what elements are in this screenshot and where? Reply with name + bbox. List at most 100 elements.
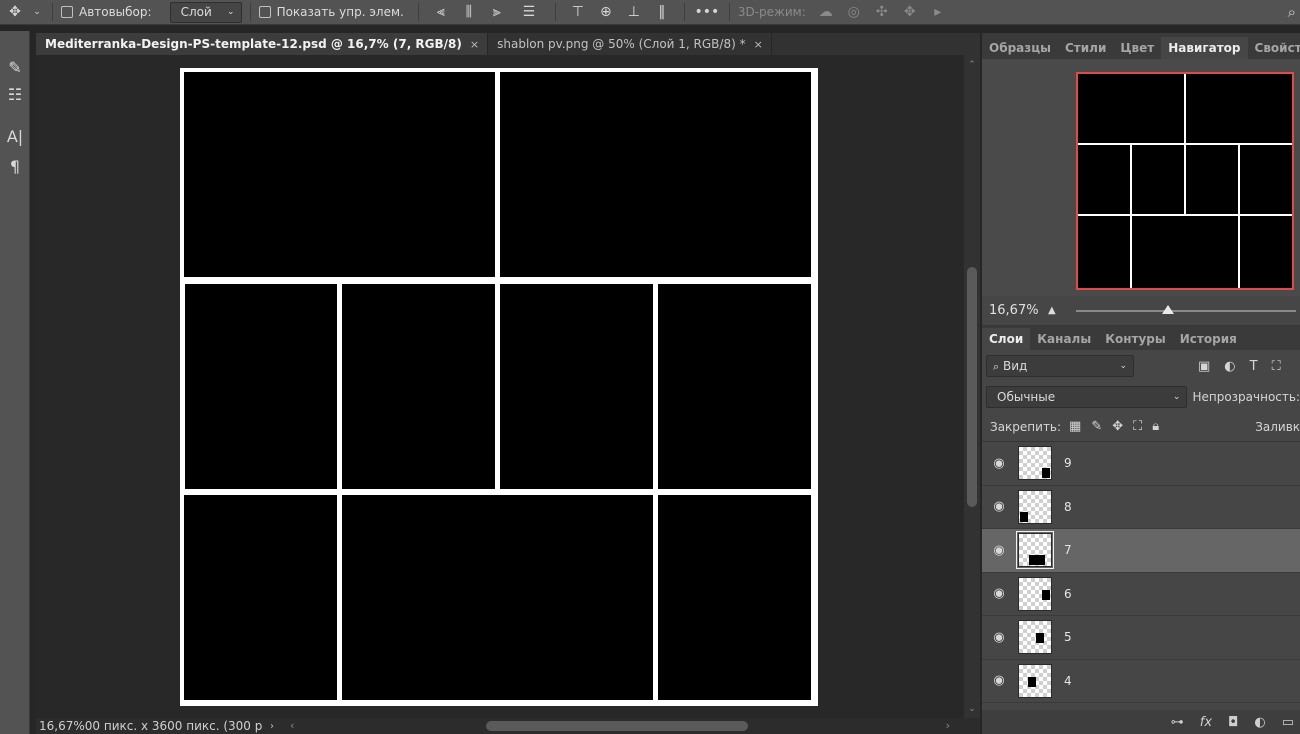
tab-channels[interactable]: Каналы: [1030, 328, 1098, 350]
search-icon[interactable]: ⌕: [1288, 3, 1296, 21]
zoom-slider-handle[interactable]: [1162, 304, 1175, 314]
canvas-area[interactable]: [36, 55, 964, 718]
auto-select-value: Слой: [180, 5, 212, 19]
image-filter-icon[interactable]: ▣: [1198, 359, 1210, 374]
layer-row[interactable]: ◉ 9: [982, 442, 1300, 486]
align-center-h-icon[interactable]: ⫼: [455, 4, 483, 20]
shape-filter-icon[interactable]: ⛶: [1272, 359, 1281, 374]
tab-document-2[interactable]: shablon pv.png @ 50% (Слой 1, RGB/8) * ×: [488, 33, 772, 55]
adjustment-filter-icon[interactable]: ◐: [1224, 359, 1235, 374]
roll-3d-icon[interactable]: ◎: [840, 4, 868, 20]
slide-3d-icon[interactable]: ✥: [896, 4, 924, 20]
status-menu-icon[interactable]: ›: [270, 721, 274, 732]
layer-name[interactable]: 5: [1064, 630, 1072, 644]
close-icon[interactable]: ×: [754, 38, 763, 51]
navigator-view-frame[interactable]: [1076, 72, 1294, 290]
tab-layers[interactable]: Слои: [982, 328, 1031, 350]
layer-row[interactable]: ◉ 5: [982, 616, 1300, 660]
eye-icon[interactable]: ◉: [982, 630, 1016, 645]
align-top-icon[interactable]: ⊤: [564, 4, 592, 20]
scroll-down-icon[interactable]: ⌄: [964, 703, 980, 715]
move-tool-icon[interactable]: ✥: [0, 4, 30, 20]
auto-select-dropdown[interactable]: Слой ⌄: [169, 1, 242, 23]
layers-footer: ⊶ fx ◘ ◐ ▭: [982, 710, 1300, 734]
horizontal-scrollbar[interactable]: ‹ ›: [290, 718, 950, 734]
chevron-down-icon[interactable]: ⌄: [30, 7, 44, 17]
align-bottom-icon[interactable]: ⊥: [620, 4, 648, 20]
document-canvas[interactable]: [180, 68, 818, 706]
orbit-3d-icon[interactable]: ☁: [812, 4, 840, 20]
scroll-left-icon[interactable]: ‹: [290, 719, 294, 732]
tab-color[interactable]: Цвет: [1113, 37, 1161, 59]
video-3d-icon[interactable]: ▸: [924, 4, 952, 20]
nav-cell: [1186, 74, 1292, 143]
type-filter-icon[interactable]: T: [1250, 359, 1258, 374]
layer-name[interactable]: 4: [1064, 674, 1072, 688]
lock-transparency-icon[interactable]: ▦: [1069, 419, 1081, 434]
navigator-zoom-value[interactable]: 16,67%: [982, 303, 1048, 318]
fx-icon[interactable]: fx: [1200, 715, 1212, 730]
align-middle-icon[interactable]: ⊕: [592, 4, 620, 20]
show-transform-checkbox[interactable]: [258, 6, 271, 18]
distribute-v-icon[interactable]: ‖: [648, 4, 676, 20]
layer-name[interactable]: 8: [1064, 500, 1072, 514]
scroll-right-icon[interactable]: ›: [946, 719, 950, 732]
scroll-up-icon[interactable]: ⌃: [964, 59, 980, 71]
nav-cell: [1240, 145, 1292, 214]
lock-all-icon[interactable]: 🔒︎: [1152, 419, 1159, 434]
tab-swatches[interactable]: Образцы: [982, 37, 1058, 59]
chevron-down-icon: ⌄: [1172, 392, 1181, 402]
right-panels: Образцы Стили Цвет Навигатор Свойства 16…: [982, 33, 1300, 734]
layer-name[interactable]: 6: [1064, 587, 1072, 601]
new-layer-icon[interactable]: ▭: [1282, 715, 1294, 730]
auto-select-checkbox[interactable]: [61, 6, 73, 18]
scroll-thumb[interactable]: [967, 267, 977, 507]
blend-mode-dropdown[interactable]: Обычные ⌄: [986, 386, 1188, 408]
close-icon[interactable]: ×: [470, 38, 479, 51]
eye-icon[interactable]: ◉: [982, 586, 1016, 601]
tab-history[interactable]: История: [1173, 328, 1244, 350]
character-icon[interactable]: A|: [0, 121, 30, 151]
layer-list: ◉ 9 ◉ 8 ◉ 7 ◉ 6 ◉ 5 ◉ 4: [982, 442, 1300, 703]
new-adjustment-icon[interactable]: ◐: [1254, 715, 1265, 730]
eye-icon[interactable]: ◉: [982, 456, 1016, 471]
layer-row[interactable]: ◉ 6: [982, 573, 1300, 616]
eye-icon[interactable]: ◉: [982, 499, 1016, 514]
photo-frame: [342, 495, 653, 700]
tab-document-1[interactable]: Mediterranka-Design-PS-template-12.psd @…: [36, 33, 489, 55]
tab-paths[interactable]: Контуры: [1098, 328, 1173, 350]
add-mask-icon[interactable]: ◘: [1228, 715, 1238, 730]
lock-artboard-icon[interactable]: ⛶: [1133, 419, 1142, 434]
scroll-thumb[interactable]: [486, 721, 748, 731]
vertical-scrollbar[interactable]: ⌃ ⌄: [964, 55, 980, 718]
paragraph-icon[interactable]: ¶: [0, 151, 30, 181]
eye-icon[interactable]: ◉: [982, 543, 1016, 558]
tab-navigator[interactable]: Навигатор: [1161, 37, 1248, 59]
layer-row-selected[interactable]: ◉ 7: [982, 529, 1300, 573]
zoom-out-icon[interactable]: ▲: [1048, 305, 1056, 316]
eye-icon[interactable]: ◉: [982, 673, 1016, 688]
distribute-icon[interactable]: ☰: [511, 4, 547, 20]
lock-position-icon[interactable]: ✥: [1112, 419, 1123, 434]
document-size: 00 пикс. x 3600 пикс. (300 p: [84, 719, 263, 733]
layer-thumbnail: [1018, 576, 1052, 611]
layer-filter-dropdown[interactable]: ⌕ Вид ⌄: [986, 355, 1134, 377]
brush-settings-icon[interactable]: ✎: [0, 55, 30, 79]
separator: [554, 3, 556, 21]
link-layers-icon[interactable]: ⊶: [1171, 715, 1184, 730]
align-left-icon[interactable]: ⫷: [427, 4, 455, 20]
tab-styles[interactable]: Стили: [1058, 37, 1113, 59]
align-right-icon[interactable]: ⫸: [483, 4, 511, 20]
layer-name[interactable]: 7: [1064, 543, 1072, 557]
lock-pixels-icon[interactable]: ✎: [1091, 419, 1102, 434]
navigator-preview[interactable]: [982, 59, 1300, 296]
zoom-slider[interactable]: [1075, 304, 1296, 314]
layer-name[interactable]: 9: [1064, 456, 1072, 470]
layer-row[interactable]: ◉ 8: [982, 486, 1300, 529]
adjustments-icon[interactable]: ☷: [0, 79, 30, 109]
layer-row[interactable]: ◉ 4: [982, 660, 1300, 703]
tab-properties[interactable]: Свойства: [1248, 37, 1300, 59]
photo-frame: [184, 72, 495, 277]
more-options-icon[interactable]: •••: [693, 4, 721, 20]
pan-3d-icon[interactable]: ✣: [868, 4, 896, 20]
